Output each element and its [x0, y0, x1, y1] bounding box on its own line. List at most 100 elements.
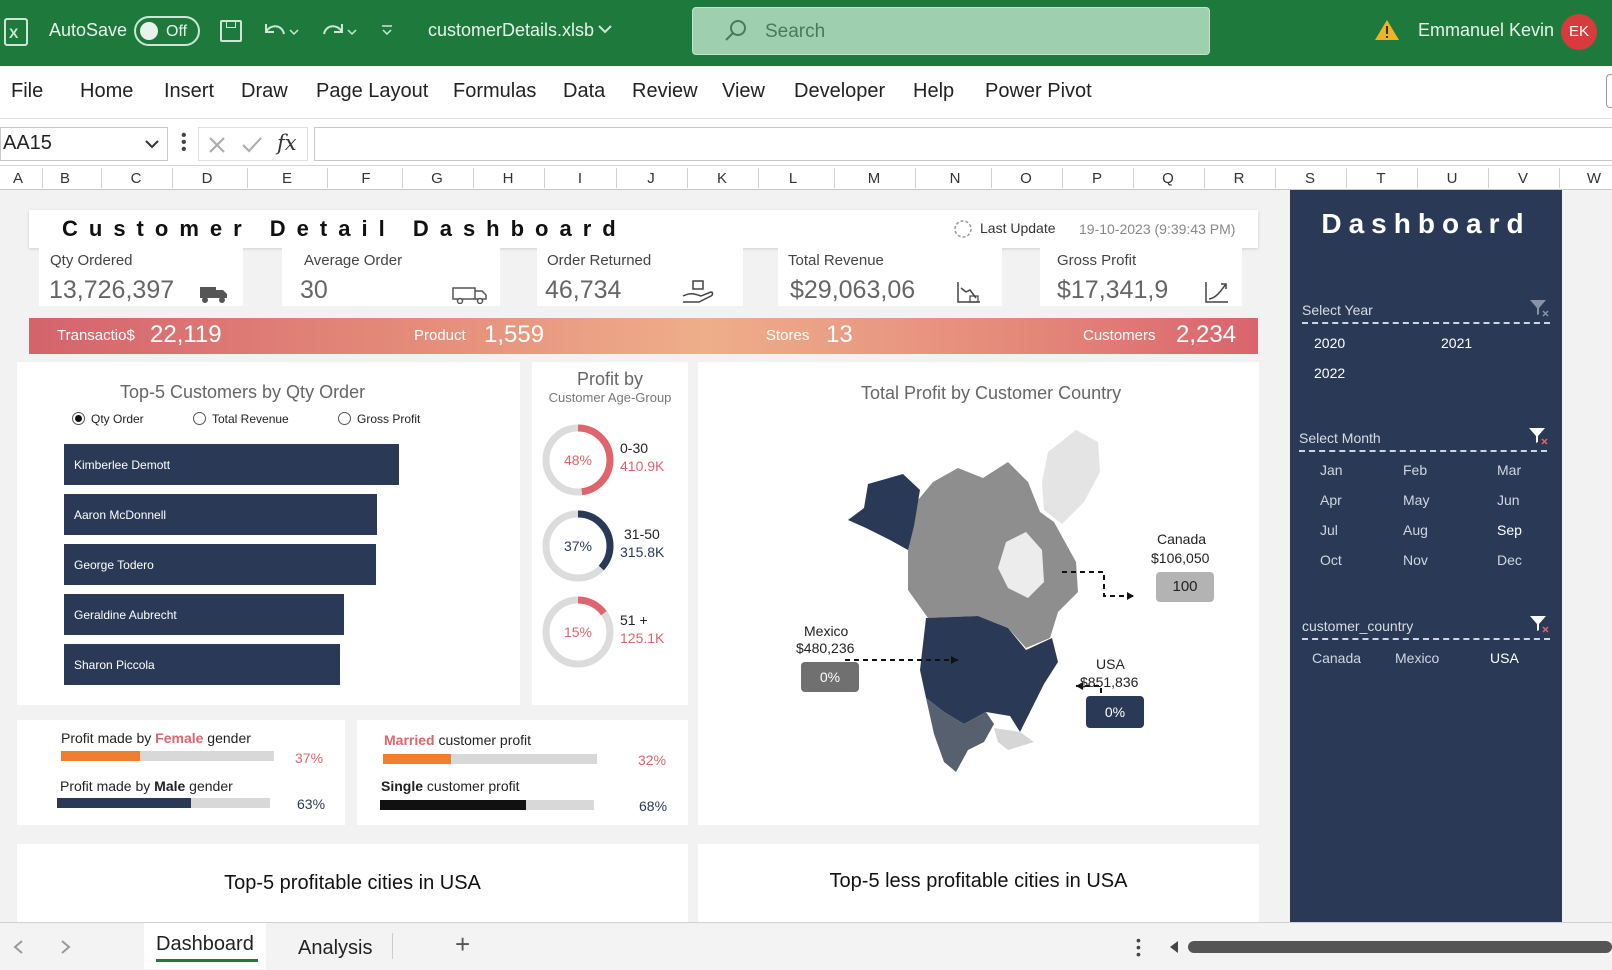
- customer-bar[interactable]: George Todero: [64, 544, 376, 585]
- excel-logo-icon[interactable]: X: [4, 18, 28, 46]
- save-icon[interactable]: [220, 20, 242, 42]
- column-header[interactable]: B: [57, 170, 73, 187]
- column-header[interactable]: W: [1586, 170, 1602, 187]
- column-header[interactable]: G: [429, 170, 445, 187]
- customer-bar[interactable]: Aaron McDonnell: [64, 494, 377, 535]
- tab-formulas[interactable]: Formulas: [453, 80, 536, 103]
- column-header[interactable]: I: [572, 170, 588, 187]
- column-header[interactable]: O: [1018, 170, 1034, 187]
- month-jun[interactable]: Jun: [1497, 492, 1520, 508]
- refresh-icon[interactable]: [953, 219, 973, 239]
- tab-developer[interactable]: Developer: [794, 80, 885, 103]
- horizontal-scrollbar[interactable]: [1188, 941, 1612, 953]
- column-header[interactable]: M: [866, 170, 882, 187]
- month-nov[interactable]: Nov: [1403, 552, 1428, 568]
- column-header[interactable]: N: [947, 170, 963, 187]
- year-2021[interactable]: 2021: [1441, 335, 1472, 351]
- month-apr[interactable]: Apr: [1320, 492, 1342, 508]
- month-jan[interactable]: Jan: [1320, 462, 1343, 478]
- insert-function-icon[interactable]: fx: [277, 131, 297, 155]
- column-header[interactable]: P: [1089, 170, 1105, 187]
- kpi-value: 30: [300, 276, 328, 304]
- option-qty-order[interactable]: Qty Order: [72, 412, 144, 426]
- more-options-icon[interactable]: • • •: [181, 128, 187, 158]
- tab-file[interactable]: File: [11, 80, 43, 103]
- redo-icon[interactable]: [318, 18, 358, 46]
- country-canada[interactable]: Canada: [1312, 650, 1361, 666]
- add-sheet-button[interactable]: +: [455, 929, 470, 960]
- transactions-value: 22,119: [150, 321, 222, 348]
- column-header[interactable]: R: [1231, 170, 1247, 187]
- file-name[interactable]: customerDetails.xlsb: [428, 20, 594, 41]
- tab-view[interactable]: View: [722, 80, 765, 103]
- sheet-tab-dashboard[interactable]: Dashboard: [144, 923, 266, 969]
- month-jul[interactable]: Jul: [1320, 522, 1338, 538]
- month-may[interactable]: May: [1403, 492, 1429, 508]
- column-header[interactable]: E: [279, 170, 295, 187]
- column-header[interactable]: A: [10, 170, 26, 187]
- tab-review[interactable]: Review: [632, 80, 698, 103]
- tab-help[interactable]: Help: [913, 80, 954, 103]
- worksheet[interactable]: Customer Detail Dashboard Last Update 19…: [0, 190, 1612, 922]
- customize-quick-access-icon[interactable]: [380, 24, 394, 38]
- chevron-down-icon[interactable]: [598, 25, 612, 35]
- clear-filter-icon[interactable]: [1528, 298, 1550, 318]
- next-sheet-icon[interactable]: [60, 939, 72, 955]
- country-mexico[interactable]: Mexico: [1395, 650, 1439, 666]
- kpi-qty-ordered: Qty Ordered 13,726,397: [39, 248, 243, 306]
- undo-icon[interactable]: [260, 18, 300, 46]
- column-header[interactable]: L: [785, 170, 801, 187]
- month-dec[interactable]: Dec: [1497, 552, 1522, 568]
- column-header[interactable]: H: [500, 170, 516, 187]
- column-header[interactable]: Q: [1160, 170, 1176, 187]
- name-box[interactable]: AA15: [0, 127, 168, 161]
- tab-insert[interactable]: Insert: [164, 80, 214, 103]
- month-feb[interactable]: Feb: [1403, 462, 1427, 478]
- user-name[interactable]: Emmanuel Kevin: [1418, 20, 1554, 41]
- column-header[interactable]: D: [199, 170, 215, 187]
- column-header[interactable]: F: [358, 170, 374, 187]
- column-header[interactable]: V: [1515, 170, 1531, 187]
- warning-icon[interactable]: [1374, 18, 1400, 42]
- customer-bar[interactable]: Sharon Piccola: [64, 644, 340, 685]
- avatar[interactable]: EK: [1561, 14, 1597, 50]
- customer-bar[interactable]: Kimberlee Demott: [64, 444, 399, 485]
- tab-page-layout[interactable]: Page Layout: [316, 80, 428, 103]
- tab-draw[interactable]: Draw: [241, 80, 288, 103]
- column-header[interactable]: C: [128, 170, 144, 187]
- chevron-down-icon[interactable]: [145, 140, 159, 150]
- autosave-toggle[interactable]: Off: [134, 16, 200, 46]
- option-label: Qty Order: [91, 412, 144, 426]
- tab-home[interactable]: Home: [80, 80, 133, 103]
- more-sheets-icon[interactable]: • • •: [1136, 933, 1141, 961]
- year-2020[interactable]: 2020: [1314, 335, 1345, 351]
- clear-filter-icon[interactable]: [1528, 614, 1550, 634]
- column-header[interactable]: J: [643, 170, 659, 187]
- month-sep[interactable]: Sep: [1497, 522, 1522, 538]
- column-separator: [834, 168, 835, 188]
- search-box[interactable]: Search: [692, 7, 1210, 55]
- customer-bar[interactable]: Geraldine Aubrecht: [64, 594, 344, 635]
- month-aug[interactable]: Aug: [1403, 522, 1428, 538]
- sheet-tab-analysis[interactable]: Analysis: [298, 937, 372, 960]
- confirm-icon[interactable]: [241, 135, 263, 155]
- kpi-label: Total Revenue: [788, 252, 884, 269]
- month-mar[interactable]: Mar: [1497, 462, 1521, 478]
- year-2022[interactable]: 2022: [1314, 365, 1345, 381]
- tab-power-pivot[interactable]: Power Pivot: [985, 80, 1092, 103]
- column-header[interactable]: T: [1373, 170, 1389, 187]
- country-usa[interactable]: USA: [1490, 650, 1519, 666]
- column-header[interactable]: U: [1444, 170, 1460, 187]
- clear-filter-icon[interactable]: [1527, 426, 1549, 446]
- option-total-revenue[interactable]: Total Revenue: [193, 412, 289, 426]
- month-oct[interactable]: Oct: [1320, 552, 1342, 568]
- column-header[interactable]: K: [714, 170, 730, 187]
- ribbon-collapse-button[interactable]: [1606, 74, 1612, 108]
- scroll-left-icon[interactable]: [1168, 939, 1180, 955]
- column-header[interactable]: S: [1302, 170, 1318, 187]
- prev-sheet-icon[interactable]: [12, 939, 24, 955]
- option-gross-profit[interactable]: Gross Profit: [338, 412, 420, 426]
- cancel-icon[interactable]: [207, 135, 227, 155]
- tab-data[interactable]: Data: [563, 80, 605, 103]
- formula-input[interactable]: [314, 127, 1612, 161]
